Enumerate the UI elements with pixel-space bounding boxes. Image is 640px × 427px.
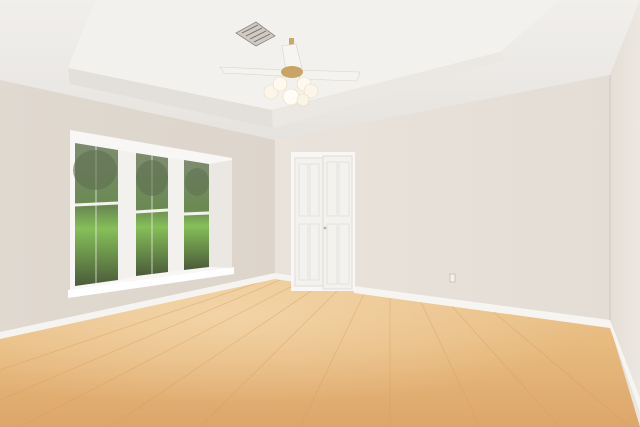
closet-door-right [322, 155, 353, 290]
closet-doors [291, 152, 355, 291]
fan-motor-housing [281, 66, 303, 78]
room-scene [0, 0, 640, 427]
empty-room-photo [0, 0, 640, 427]
window-mullion-2 [168, 158, 184, 272]
window-jamb-right [209, 160, 232, 268]
door-knob [323, 226, 327, 230]
window-mullion-1 [118, 150, 136, 280]
window-group [68, 130, 234, 298]
wall-outlet [449, 273, 456, 283]
